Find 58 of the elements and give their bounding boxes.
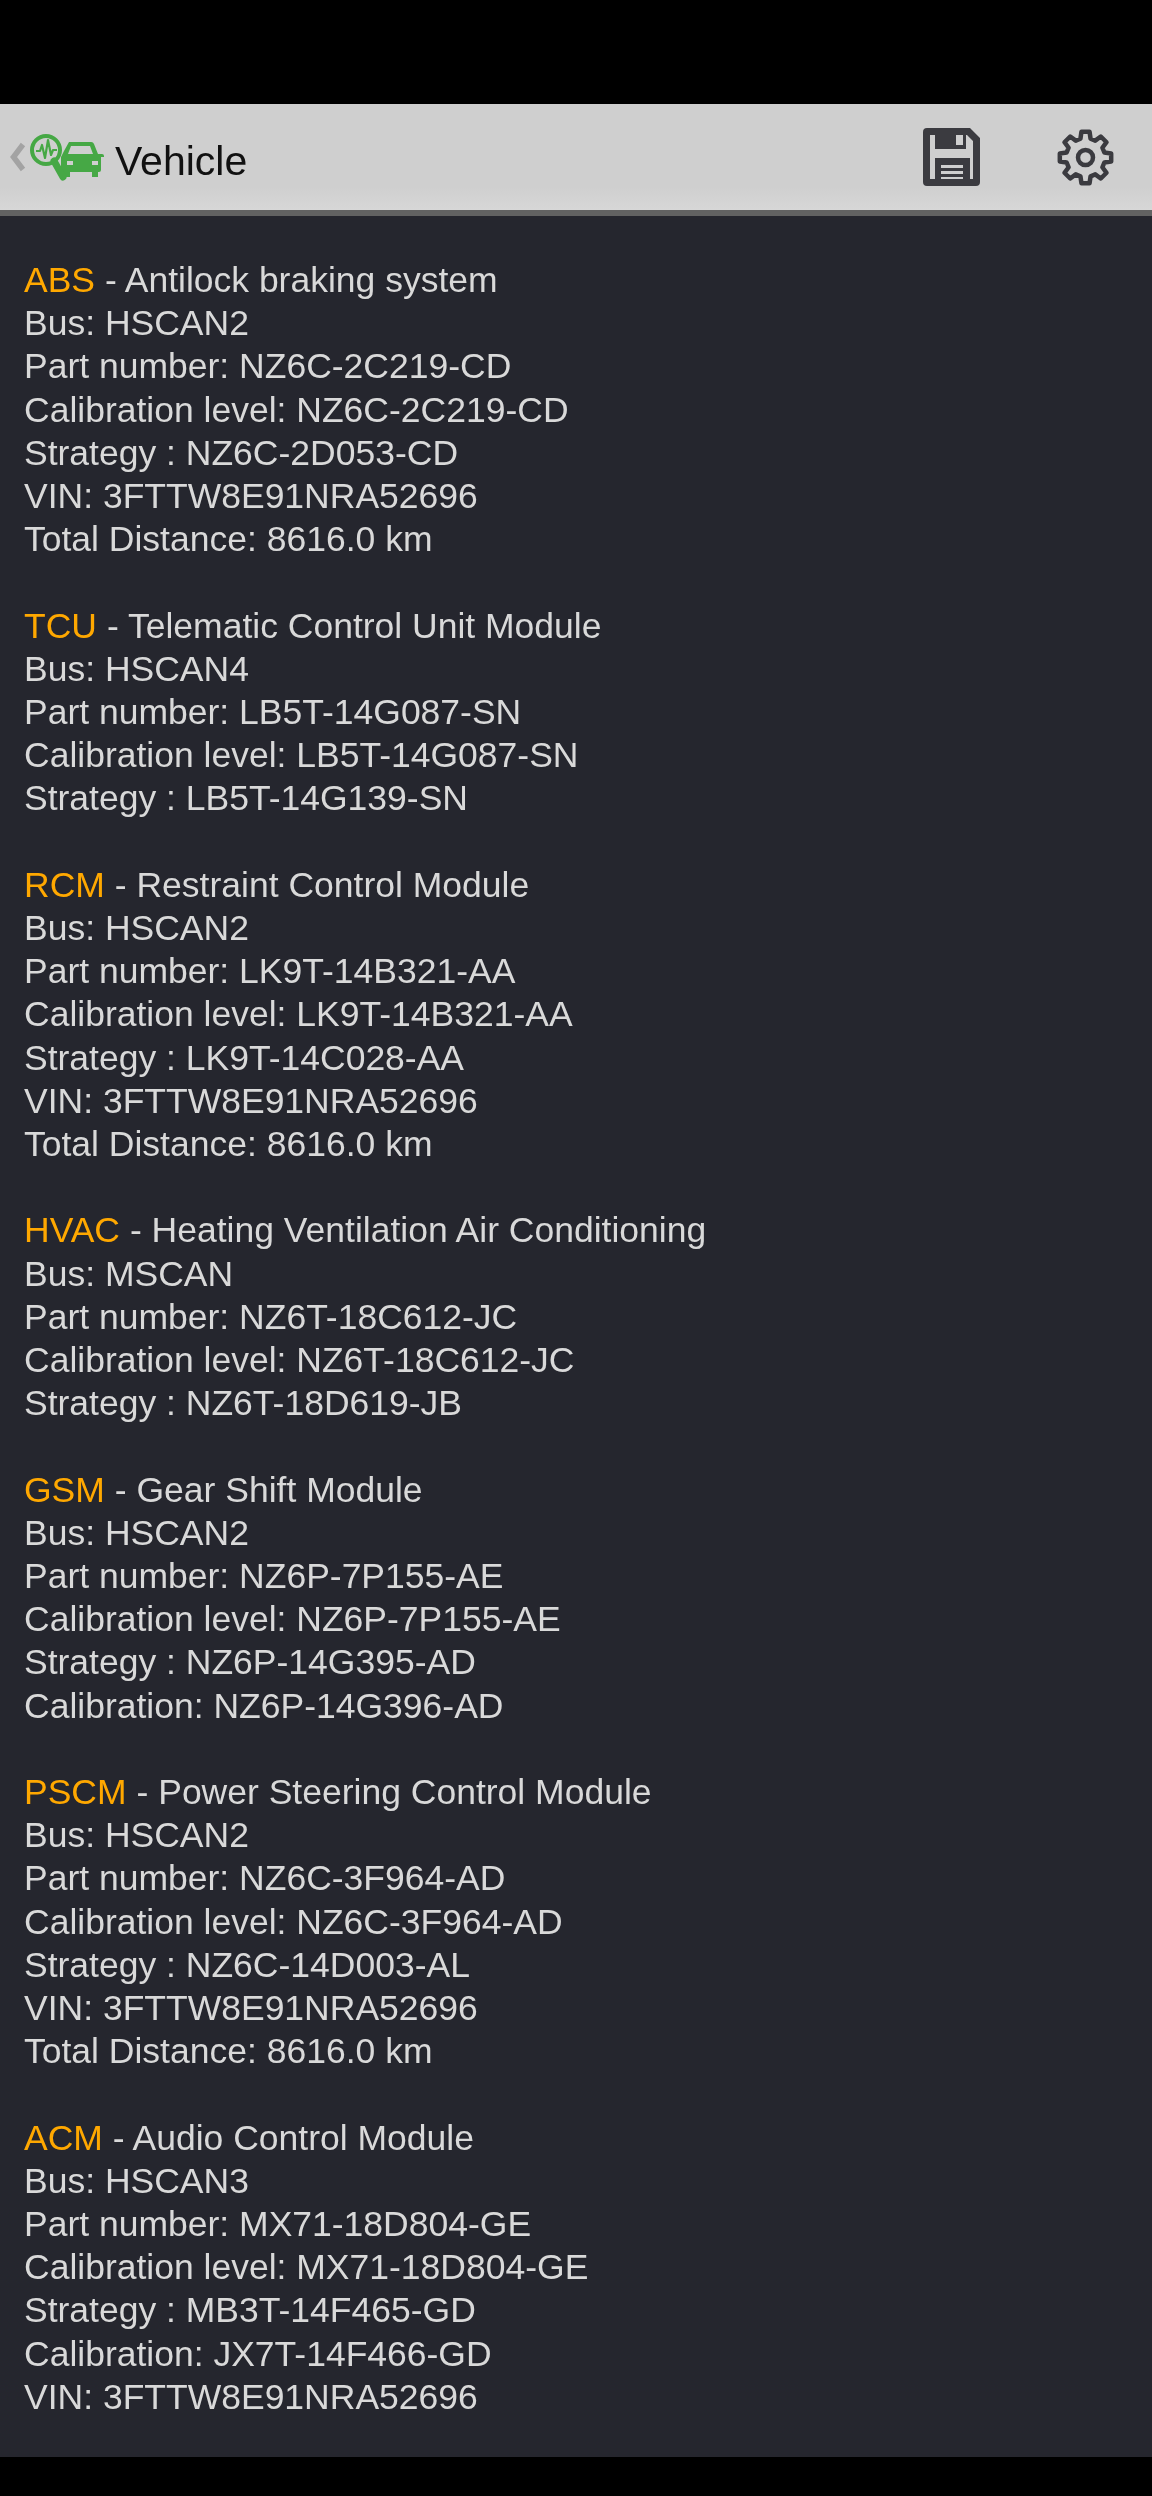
module-detail: Calibration level: NZ6C-2C219-CD xyxy=(24,388,569,432)
module-detail: Part number: LK9T-14B321-AA xyxy=(24,950,516,994)
module-detail: Bus: HSCAN2 xyxy=(24,907,249,950)
module-code: GSM xyxy=(24,1469,105,1510)
module-code: RCM xyxy=(24,864,105,905)
screen-title: Vehicle xyxy=(115,137,248,185)
module-detail: Part number: NZ6T-18C612-JC xyxy=(24,1295,518,1339)
module-detail: Bus: MSCAN xyxy=(24,1252,234,1296)
module-name: - Telematic Control Unit Module xyxy=(106,605,602,646)
module-detail: Total Distance: 8616.0 km xyxy=(24,518,433,562)
module-detail: Calibration level: LK9T-14B321-AA xyxy=(24,993,573,1037)
module-detail: Part number: LB5T-14G087-SN xyxy=(24,691,522,734)
module-detail: Part number: NZ6C-3F964-AD xyxy=(24,1857,506,1901)
module-detail: Calibration level: LB5T-14G087-SN xyxy=(24,734,579,778)
module-name: - Gear Shift Module xyxy=(114,1469,423,1510)
module-detail: Part number: MX71-18D804-GE xyxy=(24,2203,532,2247)
module-detail: VIN: 3FTTW8E91NRA52696 xyxy=(24,1987,478,2031)
module-detail: VIN: 3FTTW8E91NRA52696 xyxy=(24,475,478,518)
module-detail: Calibration level: NZ6T-18C612-JC xyxy=(24,1339,575,1383)
module-detail: Total Distance: 8616.0 km xyxy=(24,2030,433,2074)
module-detail: Bus: HSCAN2 xyxy=(24,1511,249,1555)
module-detail: Calibration level: NZ6C-3F964-AD xyxy=(24,1900,563,1944)
module-name: - Restraint Control Module xyxy=(114,864,530,905)
module-detail: Part number: NZ6C-2C219-CD xyxy=(24,345,512,389)
module-detail: Calibration level: NZ6P-7P155-AE xyxy=(24,1598,561,1642)
module-name: - Power Steering Control Module xyxy=(136,1772,652,1813)
module-detail: Calibration level: MX71-18D804-GE xyxy=(24,2246,589,2290)
settings-button[interactable] xyxy=(1057,128,1114,186)
module-detail: Calibration: NZ6P-14G396-AD xyxy=(24,1684,504,1728)
module-detail: Bus: HSCAN3 xyxy=(24,2159,249,2203)
module-detail: VIN: 3FTTW8E91NRA52696 xyxy=(24,2375,478,2419)
module-name: - Audio Control Module xyxy=(112,2117,474,2158)
module-detail: Strategy : MB3T-14F465-GD xyxy=(24,2289,476,2333)
save-icon xyxy=(923,128,980,186)
module-detail: Strategy : NZ6T-18D619-JB xyxy=(24,1382,462,1426)
module-name: - Antilock braking system xyxy=(105,260,498,300)
module-detail: Strategy : NZ6C-2D053-CD xyxy=(24,431,459,475)
module-detail: Bus: HSCAN4 xyxy=(24,647,249,691)
app-logo-icon xyxy=(29,133,105,181)
chevron-left-icon xyxy=(9,142,26,172)
module-name: - Heating Ventilation Air Conditioning xyxy=(129,1210,707,1251)
save-button[interactable] xyxy=(923,128,980,186)
module-detail: Part number: NZ6P-7P155-AE xyxy=(24,1555,504,1599)
module-detail: Strategy : LB5T-14G139-SN xyxy=(24,777,468,821)
module-detail: Strategy : NZ6C-14D003-AL xyxy=(24,1943,470,1987)
module-code: PSCM xyxy=(24,1772,127,1813)
module-detail: Bus: HSCAN2 xyxy=(24,1814,249,1858)
module-code: HVAC xyxy=(24,1210,120,1251)
settings-icon xyxy=(1057,128,1114,186)
module-code: ABS xyxy=(24,260,96,300)
module-detail: VIN: 3FTTW8E91NRA52696 xyxy=(24,1079,478,1123)
module-detail: Strategy : NZ6P-14G395-AD xyxy=(24,1641,476,1685)
module-detail: Bus: HSCAN2 xyxy=(24,302,249,346)
module-detail: Total Distance: 8616.0 km xyxy=(24,1123,433,1167)
module-detail: Strategy : LK9T-14C028-AA xyxy=(24,1036,465,1080)
module-detail: Calibration: JX7T-14F466-GD xyxy=(24,2332,492,2376)
module-code: ACM xyxy=(24,2117,103,2158)
module-code: TCU xyxy=(24,605,97,646)
